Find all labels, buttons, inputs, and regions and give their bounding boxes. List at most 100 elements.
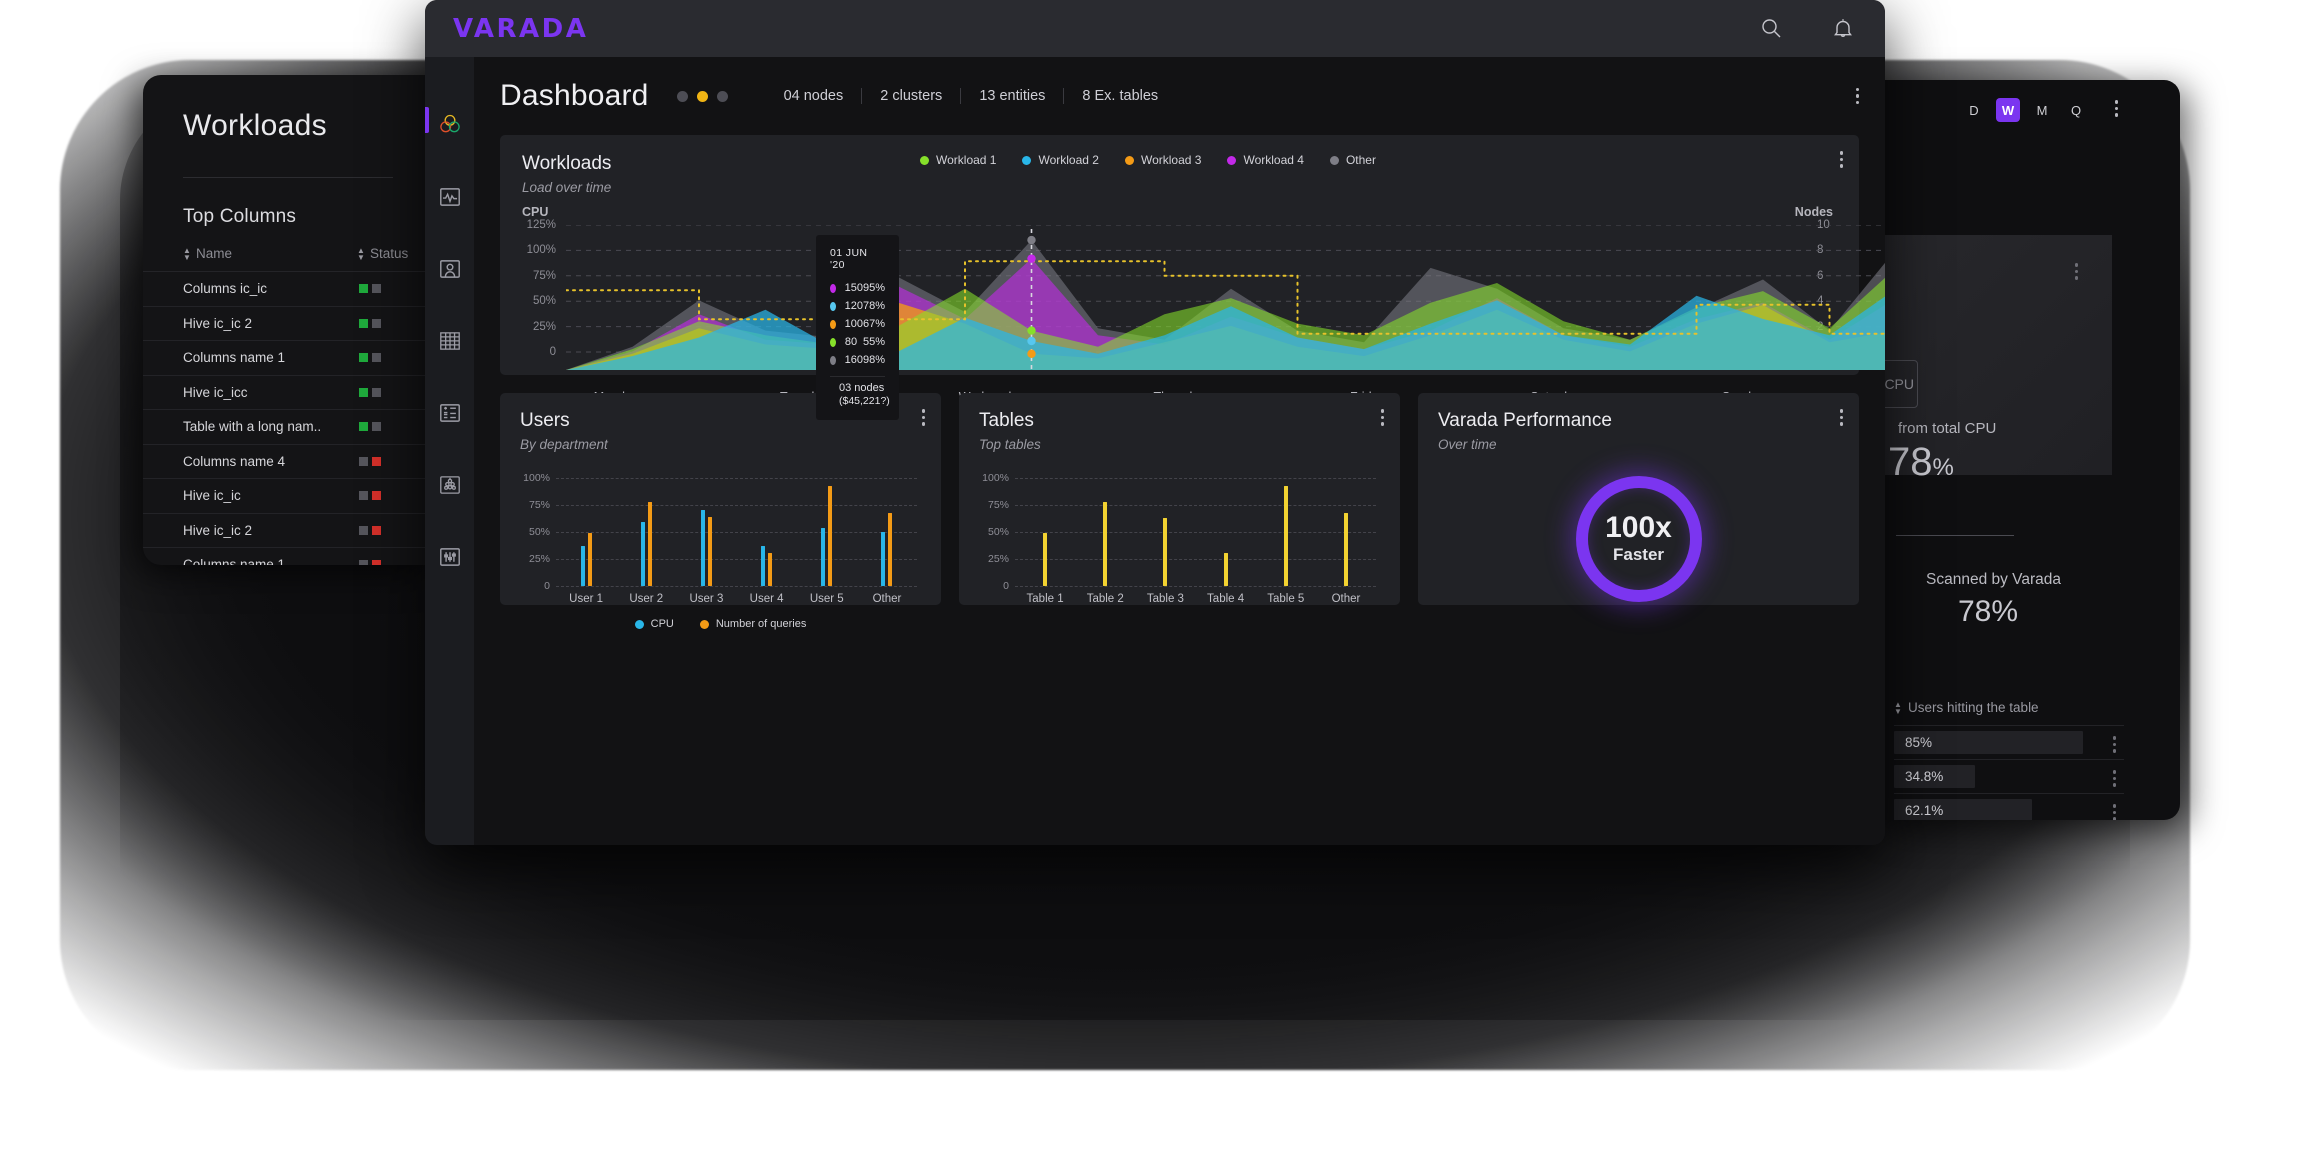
table-row[interactable]: Hive ic_icc bbox=[143, 376, 433, 410]
column-header-name[interactable]: ▲ ▼ Name bbox=[183, 246, 357, 261]
performance-label: Faster bbox=[1612, 545, 1665, 564]
performance-card-subtitle: Over time bbox=[1438, 437, 1497, 452]
legend-item-1[interactable]: Workload 1 bbox=[920, 153, 996, 167]
bar-number-of-queries-4[interactable] bbox=[828, 485, 833, 586]
tooltip-value: 80 bbox=[844, 336, 858, 348]
cluster-icon bbox=[437, 472, 463, 498]
active-indicator bbox=[425, 107, 429, 133]
column-header-status[interactable]: ▲ ▼ Status bbox=[357, 246, 408, 261]
cpu-card-kebab[interactable] bbox=[2074, 263, 2078, 280]
tooltip-percent: 78% bbox=[862, 300, 885, 312]
table-row[interactable]: Columns name 1 bbox=[143, 341, 433, 376]
bar-number-of-queries-3[interactable] bbox=[768, 552, 773, 586]
bar-top-tables-0[interactable] bbox=[1043, 533, 1048, 586]
range-toggle-group[interactable]: DWMQ bbox=[1880, 80, 2180, 122]
row-name: Columns name 4 bbox=[183, 453, 286, 469]
row-status bbox=[359, 525, 381, 535]
status-square bbox=[372, 284, 381, 294]
screenshot-stage: Workloads Top Columns ▲ ▼ Name ▲ ▼ Status … bbox=[0, 0, 2300, 1156]
bar-cpu-4[interactable] bbox=[821, 527, 826, 586]
bar-cpu-0[interactable] bbox=[580, 546, 585, 586]
x-label-5: Other bbox=[872, 593, 902, 605]
bar-cpu-2[interactable] bbox=[700, 510, 705, 586]
table-row[interactable]: Hive ic_ic 2 bbox=[143, 307, 433, 341]
bar-group-4 bbox=[797, 478, 857, 586]
tooltip-row-5: 160 98% bbox=[830, 351, 885, 369]
legend-item-2[interactable]: Workload 2 bbox=[1022, 153, 1099, 167]
window-body: Dashboard 04 nodes 2 clusters 13 entities 8… bbox=[425, 57, 1885, 845]
list-item[interactable]: 85% bbox=[1894, 725, 2124, 759]
sidebar-item-dashboard[interactable] bbox=[425, 89, 474, 161]
legend-item-1[interactable]: CPU bbox=[634, 618, 674, 630]
users-hitting-table-header[interactable]: ▲ ▼ Users hitting the table bbox=[1894, 700, 2039, 715]
varada-logo[interactable]: VARADA bbox=[453, 14, 588, 44]
sidebar-item-tables[interactable] bbox=[425, 305, 474, 377]
sort-icon: ▲ ▼ bbox=[357, 245, 365, 262]
list-item-kebab[interactable] bbox=[2112, 736, 2116, 753]
divider bbox=[1896, 535, 2014, 536]
legend-item-3[interactable]: Workload 3 bbox=[1124, 153, 1201, 167]
bar-number-of-queries-0[interactable] bbox=[587, 533, 592, 586]
bar-number-of-queries-5[interactable] bbox=[888, 512, 893, 586]
status-dot-2[interactable] bbox=[696, 90, 708, 102]
bar-group-5 bbox=[857, 478, 917, 586]
workloads-card-kebab[interactable] bbox=[1839, 151, 1843, 168]
bar-number-of-queries-1[interactable] bbox=[647, 501, 652, 586]
list-item-kebab[interactable] bbox=[2112, 770, 2116, 787]
usage-bar: 85% bbox=[1894, 731, 2083, 754]
bar-top-tables-4[interactable] bbox=[1283, 485, 1288, 586]
table-row[interactable]: Columns ic_ic bbox=[143, 272, 433, 307]
list-item-kebab[interactable] bbox=[2112, 804, 2116, 820]
table-row[interactable]: Columns name 4 bbox=[143, 445, 433, 479]
table-row[interactable]: Hive ic_ic 2 bbox=[143, 514, 433, 548]
range-toggle-d[interactable]: D bbox=[1962, 98, 1986, 122]
range-toggle-q[interactable]: Q bbox=[2064, 98, 2088, 122]
bar-top-tables-1[interactable] bbox=[1103, 501, 1108, 586]
range-toggle-m[interactable]: M bbox=[2030, 98, 2054, 122]
list-item[interactable]: 62.1% bbox=[1894, 793, 2124, 820]
bar-cpu-5[interactable] bbox=[881, 532, 886, 586]
performance-card-kebab[interactable] bbox=[1839, 409, 1843, 426]
bar-top-tables-3[interactable] bbox=[1223, 552, 1228, 586]
top-bar-actions bbox=[1759, 16, 1857, 42]
tables-card-kebab[interactable] bbox=[1380, 409, 1384, 426]
tables-x-labels: Table 1 Table 2 Table 3 Table 4 Table 5 Other bbox=[979, 593, 1380, 605]
tooltip-row-3: 100 67% bbox=[830, 315, 885, 333]
legend-item-5[interactable]: Other bbox=[1329, 153, 1376, 167]
bar-top-tables-5[interactable] bbox=[1343, 512, 1348, 586]
workloads-card: Workloads Load over time Workload 1 Workl… bbox=[500, 135, 1885, 420]
page-kebab[interactable] bbox=[1855, 87, 1859, 105]
sidebar-item-settings[interactable] bbox=[425, 521, 474, 593]
legend-bullet bbox=[1124, 155, 1134, 165]
legend-item-4[interactable]: Workload 4 bbox=[1227, 153, 1304, 167]
bar-cpu-1[interactable] bbox=[640, 522, 645, 586]
right-panel-kebab[interactable] bbox=[2114, 100, 2118, 117]
table-row[interactable]: Hive ic_ic bbox=[143, 479, 433, 514]
search-icon[interactable] bbox=[1759, 16, 1785, 42]
table-row[interactable]: Columns name 1 bbox=[143, 548, 433, 565]
sort-icon: ▲ ▼ bbox=[183, 245, 191, 262]
users-card-kebab[interactable] bbox=[921, 409, 925, 426]
bar-number-of-queries-2[interactable] bbox=[707, 516, 712, 586]
y-tick-1: 100% bbox=[526, 244, 556, 257]
sidebar-item-users[interactable] bbox=[425, 233, 474, 305]
tooltip-bullet bbox=[830, 283, 836, 293]
table-row[interactable]: Table with a long nam.. bbox=[143, 410, 433, 445]
table-detail-side-panel: DWMQ CPU from total CPU 78% Scanned by V… bbox=[1880, 80, 2180, 820]
bar-top-tables-2[interactable] bbox=[1163, 517, 1168, 586]
list-item[interactable]: 34.8% bbox=[1894, 759, 2124, 793]
usage-bar: 34.8% bbox=[1894, 765, 1975, 788]
status-dot-1[interactable] bbox=[676, 90, 688, 102]
sidebar-item-queries[interactable] bbox=[425, 377, 474, 449]
bell-icon[interactable] bbox=[1831, 16, 1857, 42]
row-name: Columns name 1 bbox=[183, 557, 286, 565]
x-label-5: Other bbox=[1331, 593, 1361, 605]
legend-item-2[interactable]: Number of queries bbox=[699, 618, 806, 630]
tooltip-row-4: 80 55% bbox=[830, 333, 885, 351]
status-dot-3[interactable] bbox=[716, 90, 728, 102]
sidebar-item-monitoring[interactable] bbox=[425, 161, 474, 233]
y-tick-2: 75% bbox=[532, 269, 556, 282]
bar-cpu-3[interactable] bbox=[761, 546, 766, 586]
range-toggle-w[interactable]: W bbox=[1996, 98, 2020, 122]
sidebar-item-clusters[interactable] bbox=[425, 449, 474, 521]
